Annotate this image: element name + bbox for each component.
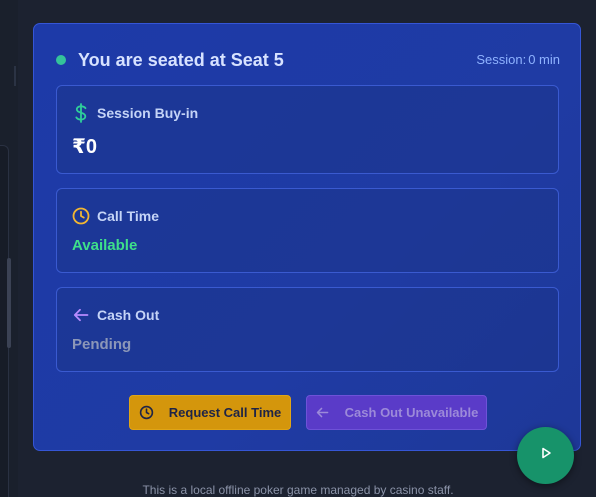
buyin-value: ₹0 — [72, 136, 98, 158]
seat-header: You are seated at Seat 5 Session: 0 min — [56, 48, 560, 72]
sidebar-scrollbar[interactable] — [7, 258, 11, 348]
play-icon — [539, 446, 553, 465]
left-sidebar-edge — [0, 0, 18, 497]
cash-out-value: Pending — [72, 336, 132, 353]
seat-status-card: You are seated at Seat 5 Session: 0 min S… — [33, 23, 581, 451]
seat-status-title: You are seated at Seat 5 — [78, 50, 284, 70]
cash-out-label: Cash Out — [97, 307, 160, 323]
session-value: 0 min — [528, 52, 560, 67]
dollar-icon — [71, 103, 91, 123]
call-time-box: Call Time Available — [56, 188, 559, 273]
status-dot — [56, 55, 66, 65]
session-timer: Session: 0 min — [476, 52, 560, 68]
cash-out-box: Cash Out Pending — [56, 287, 559, 372]
request-call-time-button[interactable]: Request Call Time — [129, 395, 291, 430]
request-call-time-label: Request Call Time — [168, 405, 282, 420]
call-time-value: Available — [72, 237, 138, 254]
app-page: You are seated at Seat 5 Session: 0 min S… — [0, 0, 596, 497]
session-label: Session: — [476, 52, 527, 67]
call-time-label: Call Time — [97, 208, 159, 224]
footer-note: This is a local offline poker game manag… — [142, 483, 454, 497]
clock-icon — [139, 405, 155, 421]
cash-out-unavailable-label: Cash Out Unavailable — [344, 405, 479, 420]
cash-out-unavailable-button[interactable]: Cash Out Unavailable — [306, 395, 487, 430]
clock-icon — [71, 206, 91, 226]
buyin-label: Session Buy-in — [97, 105, 199, 121]
play-fab-button[interactable] — [517, 427, 574, 484]
arrow-left-icon — [315, 405, 331, 421]
sidebar-divider — [14, 66, 16, 86]
arrow-left-icon — [71, 305, 91, 325]
session-buyin-box: Session Buy-in ₹0 — [56, 85, 559, 174]
